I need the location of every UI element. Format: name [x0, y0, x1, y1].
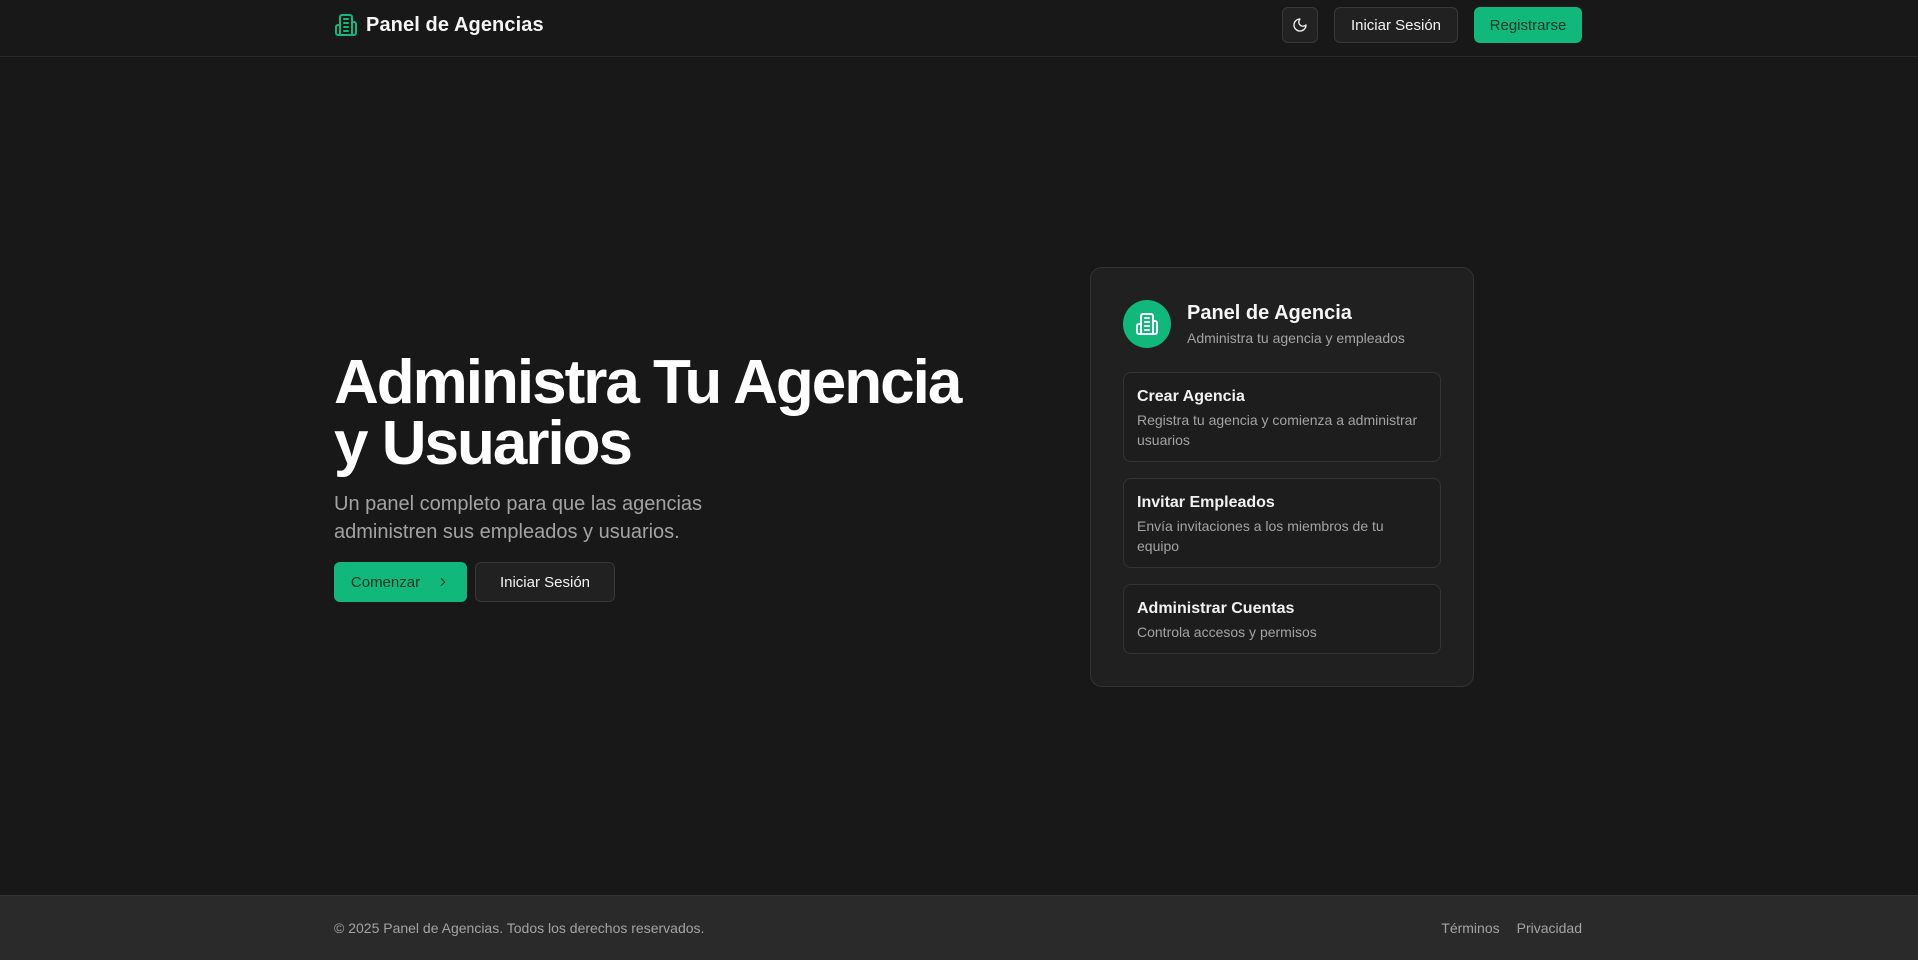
card-icon-circle — [1123, 300, 1171, 348]
hero-login-button[interactable]: Iniciar Sesión — [475, 562, 615, 602]
card-title: Panel de Agencia — [1187, 302, 1352, 324]
feature-title: Administrar Cuentas — [1137, 600, 1295, 617]
feature-title: Invitar Empleados — [1137, 494, 1275, 511]
privacy-link[interactable]: Privacidad — [1517, 920, 1582, 936]
card-subtitle: Administra tu agencia y empleados — [1187, 330, 1405, 346]
moon-icon — [1292, 17, 1308, 33]
feature-title: Crear Agencia — [1137, 388, 1245, 405]
top-navbar: Panel de Agencias Iniciar Sesión Registr… — [0, 0, 1918, 57]
building-icon — [334, 13, 358, 37]
feature-invite-employees: Invitar Empleados Envía invitaciones a l… — [1123, 478, 1441, 568]
building-icon — [1135, 312, 1159, 336]
brand-title: Panel de Agencias — [366, 13, 544, 36]
hero-title-line-2: y Usuarios — [334, 409, 633, 478]
theme-toggle-button[interactable] — [1282, 7, 1318, 43]
page: Panel de Agencias Iniciar Sesión Registr… — [0, 0, 1918, 960]
copyright-text: © 2025 Panel de Agencias. Todos los dere… — [334, 920, 705, 936]
hero-title: Administra Tu Agencia y Usuarios — [334, 352, 974, 475]
brand[interactable]: Panel de Agencias — [334, 12, 544, 38]
get-started-button[interactable]: Comenzar — [334, 562, 467, 602]
terms-link[interactable]: Términos — [1441, 920, 1499, 936]
feature-manage-accounts: Administrar Cuentas Controla accesos y p… — [1123, 584, 1441, 654]
feature-description: Envía invitaciones a los miembros de tu … — [1137, 518, 1384, 554]
hero-subtitle: Un panel completo para que las agencias … — [334, 493, 703, 543]
feature-description: Controla accesos y permisos — [1137, 624, 1317, 640]
feature-description: Registra tu agencia y comienza a adminis… — [1137, 412, 1418, 448]
footer: © 2025 Panel de Agencias. Todos los dere… — [0, 895, 1918, 960]
register-button[interactable]: Registrarse — [1474, 7, 1582, 43]
footer-links: Términos Privacidad — [1441, 920, 1582, 936]
header-login-button[interactable]: Iniciar Sesión — [1334, 7, 1458, 43]
hero-title-line-1: Administra Tu Agencia — [334, 348, 962, 417]
feature-create-agency: Crear Agencia Registra tu agencia y comi… — [1123, 372, 1441, 462]
agency-panel-card: Panel de Agencia Administra tu agencia y… — [1090, 267, 1474, 687]
get-started-label: Comenzar — [350, 573, 421, 591]
chevron-right-icon — [436, 575, 450, 589]
